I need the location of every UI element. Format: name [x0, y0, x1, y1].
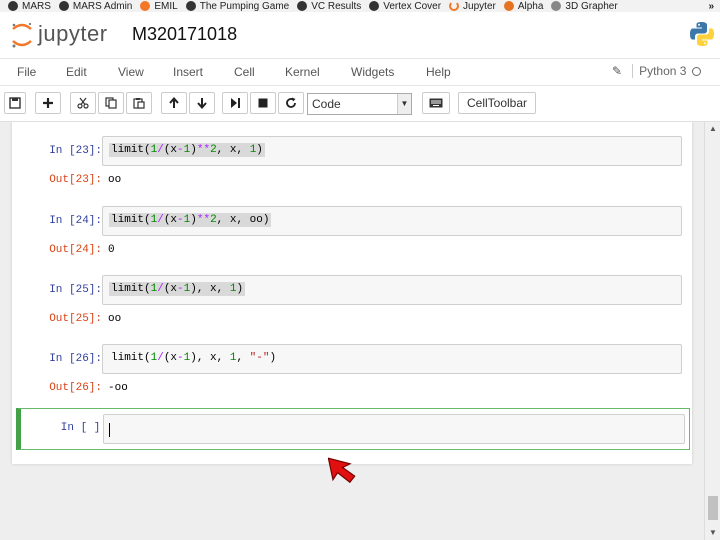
- vc-icon: [297, 1, 308, 11]
- pencil-icon[interactable]: ✎: [612, 64, 622, 78]
- restart-icon: [286, 97, 296, 108]
- globe-icon: [551, 1, 562, 11]
- menu-file[interactable]: File: [17, 65, 36, 79]
- menu-view[interactable]: View: [118, 65, 144, 79]
- vc-icon: [369, 1, 380, 11]
- step-forward-icon: [231, 98, 240, 108]
- input-prompt: In [23]:: [49, 145, 102, 157]
- notebook-title[interactable]: M320171018: [132, 24, 237, 45]
- game-icon: [185, 1, 196, 11]
- menu-bar: File Edit View Insert Cell Kernel Widget…: [0, 58, 720, 86]
- output-prompt: Out[24]:: [49, 244, 102, 256]
- copy-button[interactable]: [98, 92, 124, 114]
- toolbar: Code ▼ CellToolbar: [0, 86, 720, 122]
- save-button[interactable]: [4, 92, 26, 114]
- cell-code: [110, 421, 114, 423]
- separator: [632, 64, 634, 78]
- paste-button[interactable]: [126, 92, 152, 114]
- cell-output: oo: [108, 174, 122, 186]
- cell-output: -oo: [108, 382, 128, 394]
- plus-icon: [43, 98, 53, 108]
- bookmark-3d-grapher[interactable]: 3D Grapher: [551, 1, 618, 12]
- menu-insert[interactable]: Insert: [173, 65, 203, 79]
- jupyter-icon: [449, 1, 460, 11]
- bookmark-alpha[interactable]: Alpha: [503, 1, 543, 12]
- bookmark-mars-admin[interactable]: MARS Admin: [58, 1, 132, 12]
- cell-input[interactable]: limit(1/(x-1)**2, x, 1): [102, 136, 682, 166]
- cell-output: oo: [108, 313, 122, 325]
- mouse-pointer-icon: [328, 457, 356, 484]
- bookmark-emil[interactable]: EMIL: [140, 1, 178, 12]
- input-prompt: In [25]:: [49, 284, 102, 296]
- cell-output: 0: [108, 244, 115, 256]
- notebook-container: In [23]: limit(1/(x-1)**2, x, 1) Out[23]…: [12, 122, 692, 464]
- interrupt-kernel-button[interactable]: [250, 92, 276, 114]
- alpha-icon: [503, 1, 514, 11]
- cell-input[interactable]: [103, 414, 685, 444]
- copy-icon: [105, 97, 117, 109]
- bookmarks-overflow-button[interactable]: »: [708, 1, 714, 12]
- insert-cell-button[interactable]: [35, 92, 61, 114]
- input-prompt: In [ ]:: [60, 422, 107, 434]
- mars-icon: [8, 1, 18, 11]
- bookmark-vc-results[interactable]: VC Results: [297, 1, 361, 12]
- celltoolbar-button[interactable]: CellToolbar: [458, 92, 536, 114]
- bookmark-vertex-cover[interactable]: Vertex Cover: [369, 1, 441, 12]
- menu-help[interactable]: Help: [426, 65, 451, 79]
- arrow-up-icon: [169, 97, 179, 108]
- scroll-down-icon[interactable]: ▼: [705, 526, 720, 540]
- mars-icon: [58, 1, 69, 11]
- scrollbar-thumb[interactable]: [708, 496, 718, 520]
- notebook-header: jupyter M320171018: [0, 12, 720, 58]
- cell-code: limit(1/(x-1), x, 1): [109, 282, 246, 296]
- bookmark-pumping-game[interactable]: The Pumping Game: [185, 1, 289, 12]
- save-icon: [9, 97, 21, 109]
- active-code-cell[interactable]: In [ ]:: [16, 408, 690, 450]
- command-palette-button[interactable]: [422, 92, 450, 114]
- cell-code: limit(1/(x-1)**2, x, 1): [109, 143, 265, 157]
- menu-cell[interactable]: Cell: [234, 65, 255, 79]
- run-cell-button[interactable]: [222, 92, 248, 114]
- output-prompt: Out[25]:: [49, 313, 102, 325]
- kernel-name: Python 3: [639, 64, 687, 78]
- move-down-button[interactable]: [189, 92, 215, 114]
- kernel-indicator: ✎ Python 3: [612, 64, 702, 78]
- menu-edit[interactable]: Edit: [66, 65, 87, 79]
- bookmark-mars[interactable]: MARS: [8, 1, 51, 12]
- keyboard-icon: [429, 98, 443, 108]
- output-prompt: Out[23]:: [49, 174, 102, 186]
- menu-widgets[interactable]: Widgets: [351, 65, 394, 79]
- emil-icon: [140, 1, 151, 11]
- input-prompt: In [24]:: [49, 215, 102, 227]
- arrow-down-icon: [197, 98, 207, 109]
- move-up-button[interactable]: [161, 92, 187, 114]
- python-logo-icon: [690, 22, 714, 46]
- vertical-scrollbar[interactable]: ▲ ▼: [704, 122, 720, 540]
- jupyter-logo-text[interactable]: jupyter: [38, 21, 108, 47]
- input-prompt: In [26]:: [49, 353, 102, 365]
- cut-button[interactable]: [70, 92, 96, 114]
- scroll-up-icon[interactable]: ▲: [705, 122, 720, 136]
- chevron-down-icon: ▼: [397, 94, 411, 114]
- cell-code: limit(1/(x-1), x, 1, "-"): [111, 352, 277, 364]
- cut-icon: [77, 97, 89, 109]
- cell-input[interactable]: limit(1/(x-1), x, 1): [102, 275, 682, 305]
- cell-code: limit(1/(x-1)**2, x, oo): [109, 213, 272, 227]
- cell-type-value: Code: [312, 97, 341, 111]
- restart-kernel-button[interactable]: [278, 92, 304, 114]
- text-cursor: [109, 423, 110, 437]
- menu-kernel[interactable]: Kernel: [285, 65, 320, 79]
- cell-type-select[interactable]: Code ▼: [307, 93, 412, 115]
- jupyter-logo-icon[interactable]: [10, 21, 34, 49]
- output-prompt: Out[26]:: [49, 382, 102, 394]
- cell-input[interactable]: limit(1/(x-1)**2, x, oo): [102, 206, 682, 236]
- bookmarks-bar: MARS MARS Admin EMIL The Pumping Game VC…: [0, 0, 720, 12]
- cell-input[interactable]: limit(1/(x-1), x, 1, "-"): [102, 344, 682, 374]
- paste-icon: [133, 98, 145, 109]
- stop-icon: [258, 98, 268, 108]
- bookmark-jupyter[interactable]: Jupyter: [449, 1, 496, 12]
- kernel-status-icon: [692, 66, 702, 76]
